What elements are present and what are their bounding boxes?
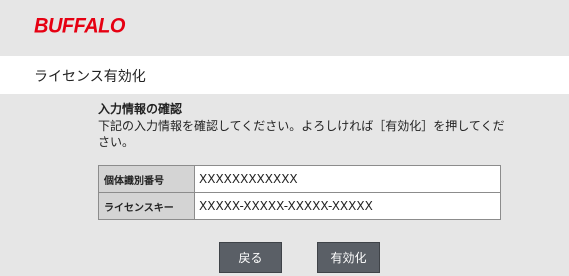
row-value-license-key: XXXXX-XXXXX-XXXXX-XXXXX xyxy=(194,192,501,220)
table-row: ライセンスキー XXXXX-XXXXX-XXXXX-XXXXX xyxy=(98,192,501,220)
page-title: ライセンス有効化 xyxy=(34,69,146,85)
header: BUFFALO xyxy=(0,0,569,55)
title-bar: ライセンス有効化 xyxy=(0,56,569,94)
row-label-license-key: ライセンスキー xyxy=(98,192,195,220)
row-value-serial: XXXXXXXXXXXX xyxy=(194,165,501,193)
section-heading: 入力情報の確認 xyxy=(98,102,183,116)
confirm-description: 下記の入力情報を確認してください。よろしければ［有効化］を押してください。 xyxy=(98,119,505,149)
table-row: 個体識別番号 XXXXXXXXXXXX xyxy=(98,165,501,193)
back-button[interactable]: 戻る xyxy=(219,242,282,273)
info-table: 個体識別番号 XXXXXXXXXXXX ライセンスキー XXXXX-XXXXX-… xyxy=(98,165,501,220)
row-label-serial: 個体識別番号 xyxy=(98,165,195,193)
main-content: 入力情報の確認 下記の入力情報を確認してください。よろしければ［有効化］を押して… xyxy=(0,94,569,276)
enable-button[interactable]: 有効化 xyxy=(317,242,380,273)
buffalo-logo: BUFFALO xyxy=(34,14,125,38)
